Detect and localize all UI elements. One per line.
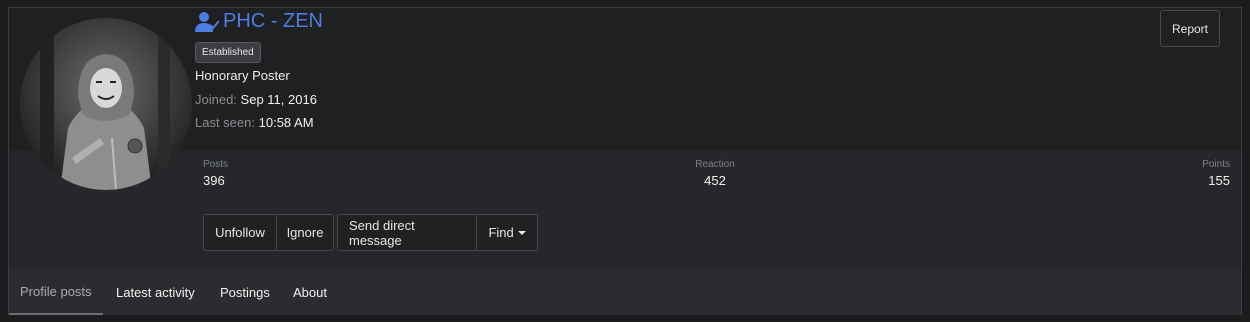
stat-posts[interactable]: Posts 396 (203, 159, 228, 188)
user-follow-icon (195, 11, 219, 32)
find-label: Find (488, 225, 514, 240)
profile-top-section (9, 8, 1241, 151)
joined-value: Sep 11, 2016 (240, 92, 317, 107)
find-button[interactable]: Find (476, 215, 537, 250)
unfollow-button[interactable]: Unfollow (204, 215, 276, 250)
follow-button-group: Unfollow Ignore (203, 214, 334, 251)
username-text: PHC - ZEN (223, 10, 323, 32)
tab-latest-activity[interactable]: Latest activity (116, 269, 195, 315)
status-badge: Established (195, 42, 261, 63)
tab-profile-posts[interactable]: Profile posts (9, 269, 103, 315)
stat-points[interactable]: Points 155 (1195, 159, 1230, 188)
stat-posts-value: 396 (203, 173, 225, 188)
ignore-button[interactable]: Ignore (276, 215, 333, 250)
tab-postings[interactable]: Postings (220, 269, 270, 315)
username-link[interactable]: PHC - ZEN (195, 10, 323, 33)
report-button[interactable]: Report (1160, 10, 1220, 47)
avatar[interactable] (20, 18, 192, 190)
message-button-group: Send direct message Find (337, 214, 538, 251)
last-seen-row: Last seen: 10:58 AM (195, 115, 314, 130)
last-seen-value: 10:58 AM (258, 115, 314, 130)
stat-posts-label: Posts (203, 159, 229, 170)
profile-tabs: Profile posts Latest activity Postings A… (9, 269, 1241, 315)
last-seen-label: Last seen: (195, 115, 255, 130)
stats-band (9, 151, 1241, 269)
send-message-button[interactable]: Send direct message (338, 215, 476, 250)
joined-label: Joined: (195, 92, 237, 107)
stat-points-label: Points (1202, 159, 1230, 170)
avatar-photo (20, 18, 192, 190)
stat-reaction[interactable]: Reaction 452 (694, 159, 736, 188)
stat-reaction-value: 452 (704, 173, 726, 188)
chevron-down-icon (517, 230, 526, 235)
stat-points-value: 155 (1208, 173, 1230, 188)
stat-reaction-label: Reaction (695, 159, 735, 170)
tab-about[interactable]: About (293, 269, 327, 315)
joined-row: Joined: Sep 11, 2016 (195, 92, 317, 107)
user-title: Honorary Poster (195, 68, 290, 83)
